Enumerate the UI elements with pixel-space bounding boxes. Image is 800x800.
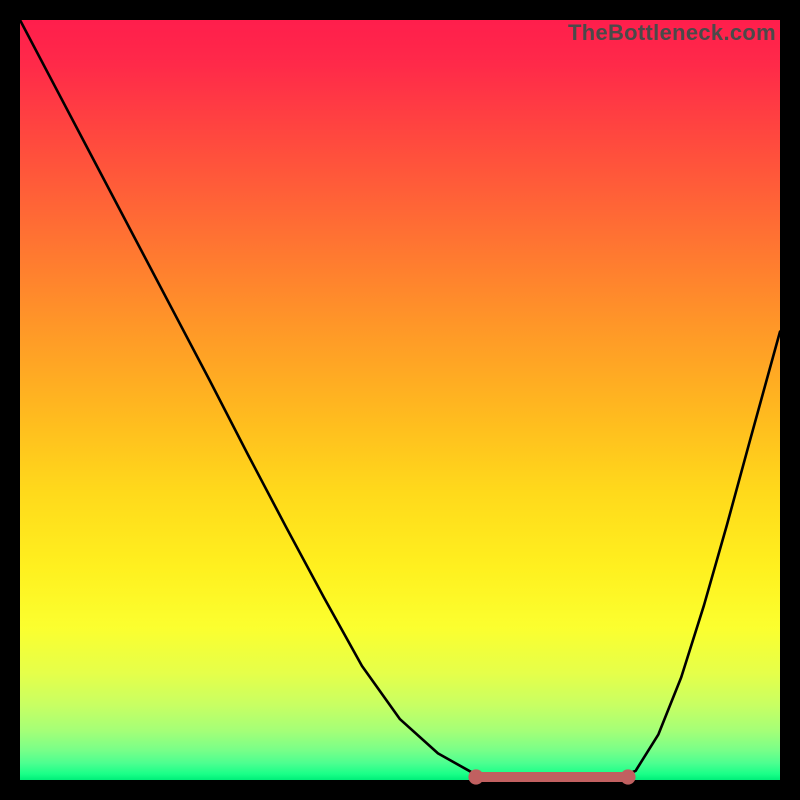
- bottleneck-curve: [20, 20, 780, 780]
- optimal-range-marker: [468, 769, 635, 784]
- bottleneck-curve-svg: [20, 20, 780, 780]
- plot-frame: TheBottleneck.com: [20, 20, 780, 780]
